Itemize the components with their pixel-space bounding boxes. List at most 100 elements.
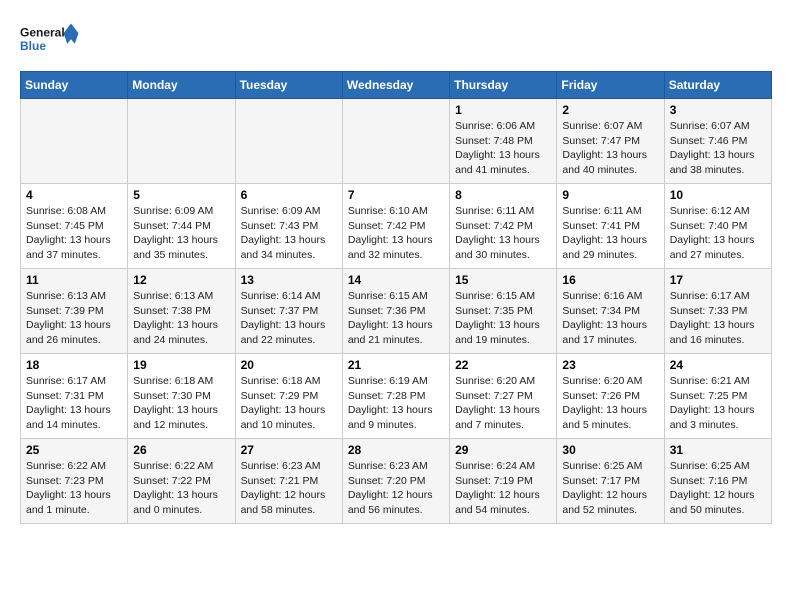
day-info: Sunrise: 6:09 AM Sunset: 7:44 PM Dayligh…: [133, 204, 229, 263]
header-row: SundayMondayTuesdayWednesdayThursdayFrid…: [21, 72, 772, 99]
day-info: Sunrise: 6:13 AM Sunset: 7:38 PM Dayligh…: [133, 289, 229, 348]
col-header-sunday: Sunday: [21, 72, 128, 99]
day-number: 21: [348, 358, 444, 372]
day-number: 17: [670, 273, 766, 287]
day-number: 13: [241, 273, 337, 287]
day-number: 7: [348, 188, 444, 202]
calendar-cell: 21 Sunrise: 6:19 AM Sunset: 7:28 PM Dayli…: [342, 354, 449, 439]
day-info: Sunrise: 6:07 AM Sunset: 7:47 PM Dayligh…: [562, 119, 658, 178]
calendar-cell: 10 Sunrise: 6:12 AM Sunset: 7:40 PM Dayli…: [664, 184, 771, 269]
day-number: 3: [670, 103, 766, 117]
calendar-cell: [21, 99, 128, 184]
day-number: 22: [455, 358, 551, 372]
day-number: 11: [26, 273, 122, 287]
calendar-cell: 1 Sunrise: 6:06 AM Sunset: 7:48 PM Daylig…: [450, 99, 557, 184]
calendar-cell: 6 Sunrise: 6:09 AM Sunset: 7:43 PM Daylig…: [235, 184, 342, 269]
calendar-cell: 13 Sunrise: 6:14 AM Sunset: 7:37 PM Dayli…: [235, 269, 342, 354]
page-header: General Blue: [20, 16, 772, 61]
calendar-cell: 16 Sunrise: 6:16 AM Sunset: 7:34 PM Dayli…: [557, 269, 664, 354]
calendar-cell: 2 Sunrise: 6:07 AM Sunset: 7:47 PM Daylig…: [557, 99, 664, 184]
calendar-cell: [128, 99, 235, 184]
week-row-5: 25 Sunrise: 6:22 AM Sunset: 7:23 PM Dayli…: [21, 439, 772, 524]
calendar-cell: 5 Sunrise: 6:09 AM Sunset: 7:44 PM Daylig…: [128, 184, 235, 269]
calendar-cell: 17Sunrise: 6:17 AM Sunset: 7:33 PM Dayli…: [664, 269, 771, 354]
calendar-cell: 15Sunrise: 6:15 AM Sunset: 7:35 PM Dayli…: [450, 269, 557, 354]
logo-svg: General Blue: [20, 16, 80, 61]
day-info: Sunrise: 6:19 AM Sunset: 7:28 PM Dayligh…: [348, 374, 444, 433]
day-number: 20: [241, 358, 337, 372]
calendar-cell: 24 Sunrise: 6:21 AM Sunset: 7:25 PM Dayli…: [664, 354, 771, 439]
day-info: Sunrise: 6:07 AM Sunset: 7:46 PM Dayligh…: [670, 119, 766, 178]
day-info: Sunrise: 6:15 AM Sunset: 7:36 PM Dayligh…: [348, 289, 444, 348]
day-info: Sunrise: 6:08 AM Sunset: 7:45 PM Dayligh…: [26, 204, 122, 263]
day-number: 23: [562, 358, 658, 372]
week-row-1: 1 Sunrise: 6:06 AM Sunset: 7:48 PM Daylig…: [21, 99, 772, 184]
calendar-cell: 27Sunrise: 6:23 AM Sunset: 7:21 PM Dayli…: [235, 439, 342, 524]
day-info: Sunrise: 6:20 AM Sunset: 7:27 PM Dayligh…: [455, 374, 551, 433]
day-info: Sunrise: 6:21 AM Sunset: 7:25 PM Dayligh…: [670, 374, 766, 433]
day-info: Sunrise: 6:17 AM Sunset: 7:31 PM Dayligh…: [26, 374, 122, 433]
calendar-cell: 14 Sunrise: 6:15 AM Sunset: 7:36 PM Dayli…: [342, 269, 449, 354]
col-header-tuesday: Tuesday: [235, 72, 342, 99]
week-row-3: 11 Sunrise: 6:13 AM Sunset: 7:39 PM Dayli…: [21, 269, 772, 354]
calendar-cell: 31 Sunrise: 6:25 AM Sunset: 7:16 PM Dayli…: [664, 439, 771, 524]
day-info: Sunrise: 6:14 AM Sunset: 7:37 PM Dayligh…: [241, 289, 337, 348]
day-number: 16: [562, 273, 658, 287]
day-info: Sunrise: 6:23 AM Sunset: 7:21 PM Dayligh…: [241, 459, 337, 518]
day-info: Sunrise: 6:25 AM Sunset: 7:16 PM Dayligh…: [670, 459, 766, 518]
col-header-wednesday: Wednesday: [342, 72, 449, 99]
col-header-thursday: Thursday: [450, 72, 557, 99]
day-number: 10: [670, 188, 766, 202]
day-number: 6: [241, 188, 337, 202]
day-number: 30: [562, 443, 658, 457]
day-info: Sunrise: 6:06 AM Sunset: 7:48 PM Dayligh…: [455, 119, 551, 178]
day-number: 8: [455, 188, 551, 202]
day-info: Sunrise: 6:09 AM Sunset: 7:43 PM Dayligh…: [241, 204, 337, 263]
day-number: 31: [670, 443, 766, 457]
calendar-cell: 3 Sunrise: 6:07 AM Sunset: 7:46 PM Daylig…: [664, 99, 771, 184]
calendar-cell: 25 Sunrise: 6:22 AM Sunset: 7:23 PM Dayli…: [21, 439, 128, 524]
calendar-cell: 29 Sunrise: 6:24 AM Sunset: 7:19 PM Dayli…: [450, 439, 557, 524]
calendar-cell: 23 Sunrise: 6:20 AM Sunset: 7:26 PM Dayli…: [557, 354, 664, 439]
day-info: Sunrise: 6:22 AM Sunset: 7:22 PM Dayligh…: [133, 459, 229, 518]
day-number: 29: [455, 443, 551, 457]
calendar-cell: 9Sunrise: 6:11 AM Sunset: 7:41 PM Daylig…: [557, 184, 664, 269]
day-number: 28: [348, 443, 444, 457]
day-info: Sunrise: 6:11 AM Sunset: 7:41 PM Dayligh…: [562, 204, 658, 263]
calendar-cell: 28 Sunrise: 6:23 AM Sunset: 7:20 PM Dayli…: [342, 439, 449, 524]
day-info: Sunrise: 6:12 AM Sunset: 7:40 PM Dayligh…: [670, 204, 766, 263]
day-info: Sunrise: 6:24 AM Sunset: 7:19 PM Dayligh…: [455, 459, 551, 518]
calendar-cell: 8 Sunrise: 6:11 AM Sunset: 7:42 PM Daylig…: [450, 184, 557, 269]
week-row-2: 4 Sunrise: 6:08 AM Sunset: 7:45 PM Daylig…: [21, 184, 772, 269]
day-number: 12: [133, 273, 229, 287]
calendar-cell: [235, 99, 342, 184]
svg-text:Blue: Blue: [20, 39, 46, 53]
calendar-cell: 19Sunrise: 6:18 AM Sunset: 7:30 PM Dayli…: [128, 354, 235, 439]
day-info: Sunrise: 6:16 AM Sunset: 7:34 PM Dayligh…: [562, 289, 658, 348]
day-number: 26: [133, 443, 229, 457]
day-number: 1: [455, 103, 551, 117]
day-info: Sunrise: 6:13 AM Sunset: 7:39 PM Dayligh…: [26, 289, 122, 348]
day-number: 18: [26, 358, 122, 372]
calendar-cell: 12 Sunrise: 6:13 AM Sunset: 7:38 PM Dayli…: [128, 269, 235, 354]
calendar-cell: 20 Sunrise: 6:18 AM Sunset: 7:29 PM Dayli…: [235, 354, 342, 439]
day-number: 14: [348, 273, 444, 287]
col-header-monday: Monday: [128, 72, 235, 99]
day-number: 4: [26, 188, 122, 202]
day-number: 19: [133, 358, 229, 372]
day-number: 2: [562, 103, 658, 117]
day-number: 25: [26, 443, 122, 457]
day-info: Sunrise: 6:18 AM Sunset: 7:29 PM Dayligh…: [241, 374, 337, 433]
calendar-cell: 26 Sunrise: 6:22 AM Sunset: 7:22 PM Dayli…: [128, 439, 235, 524]
day-info: Sunrise: 6:20 AM Sunset: 7:26 PM Dayligh…: [562, 374, 658, 433]
calendar-cell: 4 Sunrise: 6:08 AM Sunset: 7:45 PM Daylig…: [21, 184, 128, 269]
day-info: Sunrise: 6:22 AM Sunset: 7:23 PM Dayligh…: [26, 459, 122, 518]
day-number: 5: [133, 188, 229, 202]
day-info: Sunrise: 6:11 AM Sunset: 7:42 PM Dayligh…: [455, 204, 551, 263]
day-info: Sunrise: 6:23 AM Sunset: 7:20 PM Dayligh…: [348, 459, 444, 518]
calendar-table: SundayMondayTuesdayWednesdayThursdayFrid…: [20, 71, 772, 524]
day-number: 24: [670, 358, 766, 372]
day-info: Sunrise: 6:10 AM Sunset: 7:42 PM Dayligh…: [348, 204, 444, 263]
col-header-saturday: Saturday: [664, 72, 771, 99]
logo: General Blue: [20, 16, 80, 61]
